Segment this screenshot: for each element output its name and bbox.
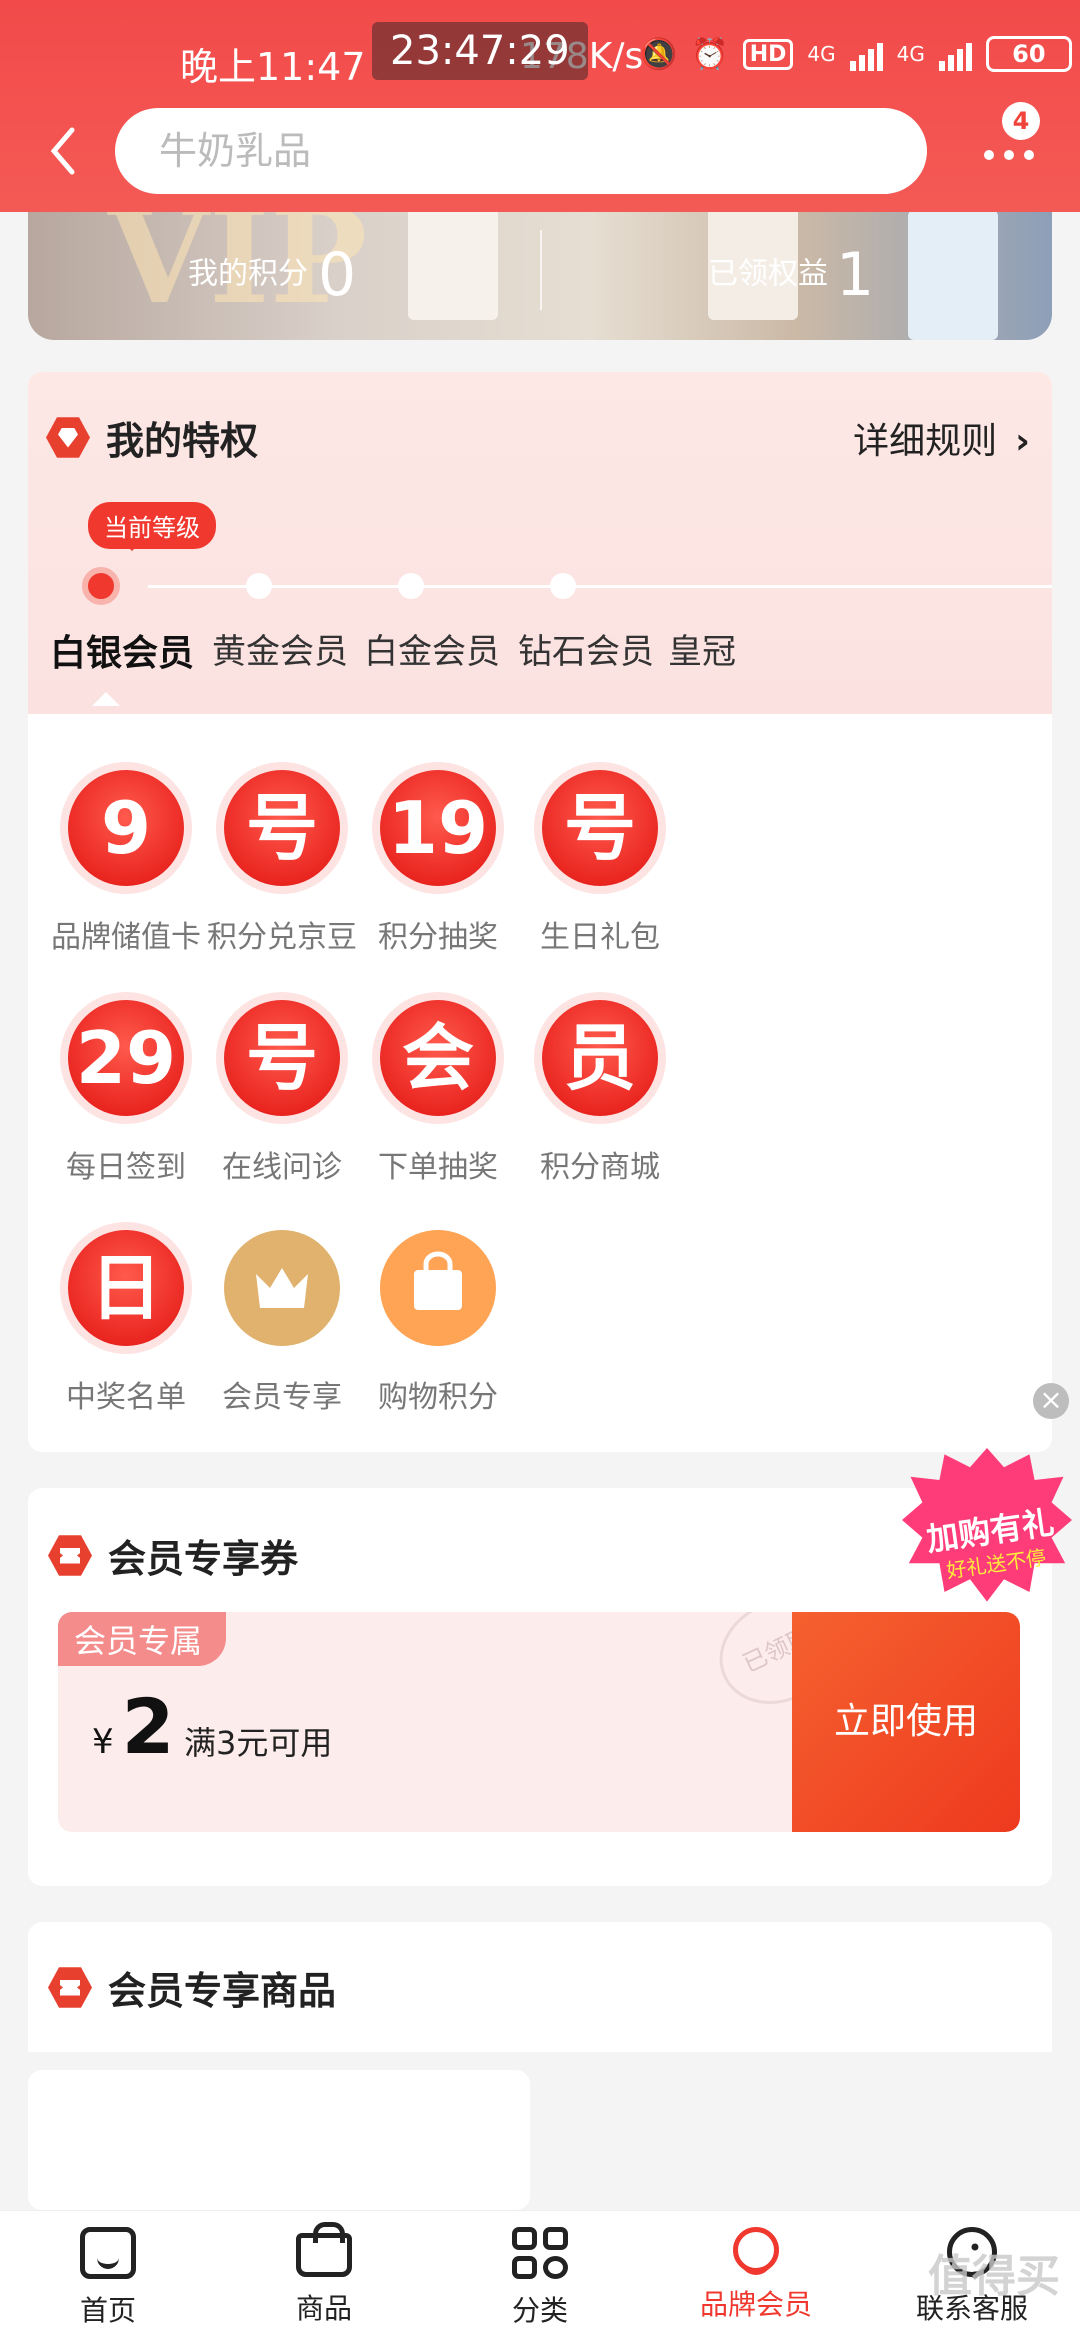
category-icon [512,2227,568,2279]
privilege-label: 购物积分 [378,1380,498,1415]
alarm-icon: ⏰ [691,36,729,72]
battery-icon: 60 [985,36,1072,72]
current-level-tag: 当前等级 [88,502,216,551]
coupon-section-title: 会员专享券 [48,1528,298,1583]
coupon-section: 会员专享券 会员专属 已领取 ¥2 满3元可用 立即使用 [28,1488,1052,1886]
coupon-card: 会员专属 已领取 ¥2 满3元可用 立即使用 [58,1612,1020,1832]
nav-category[interactable]: 分类 [460,2227,620,2329]
vip-banner: VIP 我的积分 0 已领权益 1 [28,200,1052,340]
product-image [408,200,498,320]
privilege-card: 我的特权 详细规则 › 当前等级 白银会员 黄金会员 白金会员 钻石会员 皇冠 9… [28,372,1052,1452]
level-pointer [92,692,120,706]
privilege-item[interactable]: 购物积分 [318,1230,558,1416]
chevron-right-icon: › [1015,421,1030,462]
level-track [148,585,1052,588]
back-icon [50,127,75,175]
nav-brand-member[interactable]: 品牌会员 [676,2227,836,2323]
signal-icon [849,37,883,71]
search-input[interactable]: 牛奶乳品 [115,108,927,194]
more-badge: 4 [1002,102,1040,140]
network-label: 4G [807,42,836,66]
rights-value: 1 [836,240,875,310]
level-tab-silver[interactable]: 白银会员 [50,624,194,676]
nav-products[interactable]: 商品 [244,2222,404,2327]
use-coupon-button[interactable]: 立即使用 [792,1612,1020,1832]
points-stat[interactable]: 我的积分 0 [188,240,356,310]
coupon-amount: ¥2 [92,1682,175,1771]
points-label: 我的积分 [188,256,308,292]
hd-icon: HD [742,38,794,70]
site-watermark: 值得买 [928,2251,1060,2302]
privilege-icon: 19 [380,770,496,886]
level-tab-platinum[interactable]: 白金会员 [364,624,500,673]
level-dot [550,573,576,599]
product-card[interactable] [28,2070,530,2210]
products-section-title: 会员专享商品 [48,1960,336,2015]
rules-link[interactable]: 详细规则 › [853,412,1030,464]
member-icon [733,2227,779,2275]
level-dot [398,573,424,599]
promo-float-button[interactable]: 加购有礼 好礼送不停 [902,1448,1072,1608]
ticket-icon [48,1967,92,2008]
back-button[interactable] [48,126,92,186]
privilege-icon: 会 [380,1000,496,1116]
bag-icon [296,2222,352,2277]
header-bar: 晚上11:47 178K/s 23:47:29 🔕 ⏰ HD 4G 4G 60 … [0,0,1080,212]
privilege-item[interactable]: 员 积分商城 [480,1000,720,1186]
level-tab-gold[interactable]: 黄金会员 [212,624,348,673]
privilege-label: 积分商城 [540,1150,660,1185]
level-tab-diamond[interactable]: 钻石会员 [518,624,654,673]
privilege-icon: 员 [542,1000,658,1116]
coupon-tag: 会员专属 [58,1612,227,1666]
bottom-nav: 首页 商品 分类 品牌会员 联系客服 [0,2210,1080,2340]
privilege-item[interactable]: 号 生日礼包 [480,770,720,956]
status-time: 晚上11:47 [180,45,366,89]
product-image [908,210,998,340]
level-dot-active [82,567,120,605]
coupon-condition: 满3元可用 [184,1724,333,1762]
points-value: 0 [318,240,357,310]
banner-divider [540,230,542,310]
mute-icon: 🔕 [640,36,678,72]
status-icons: 🔕 ⏰ HD 4G 4G 60 [640,36,1072,72]
clock-overlay: 23:47:29 [372,22,588,80]
gem-icon [46,417,90,458]
level-dot [246,573,272,599]
level-tab-crown[interactable]: 皇冠 [668,624,736,673]
more-button[interactable]: 4 [980,102,1050,180]
rights-label: 已领权益 [708,256,828,292]
more-icon [984,150,1034,160]
close-icon[interactable]: × [1033,1383,1069,1419]
signal-icon-2 [938,37,972,71]
member-products-section: 会员专享商品 [28,1922,1052,2052]
privilege-title: 我的特权 [46,410,258,465]
nav-home[interactable]: 首页 [28,2227,188,2329]
home-icon [80,2227,136,2279]
network-label-2: 4G [896,42,925,66]
status-bar: 晚上11:47 178K/s 23:47:29 🔕 ⏰ HD 4G 4G 60 [0,22,1080,92]
privilege-label: 生日礼包 [540,920,660,955]
privilege-icon: 号 [542,770,658,886]
ticket-icon [48,1535,92,1576]
rights-stat[interactable]: 已领权益 1 [708,240,874,310]
shopping-bag-icon [380,1230,496,1346]
